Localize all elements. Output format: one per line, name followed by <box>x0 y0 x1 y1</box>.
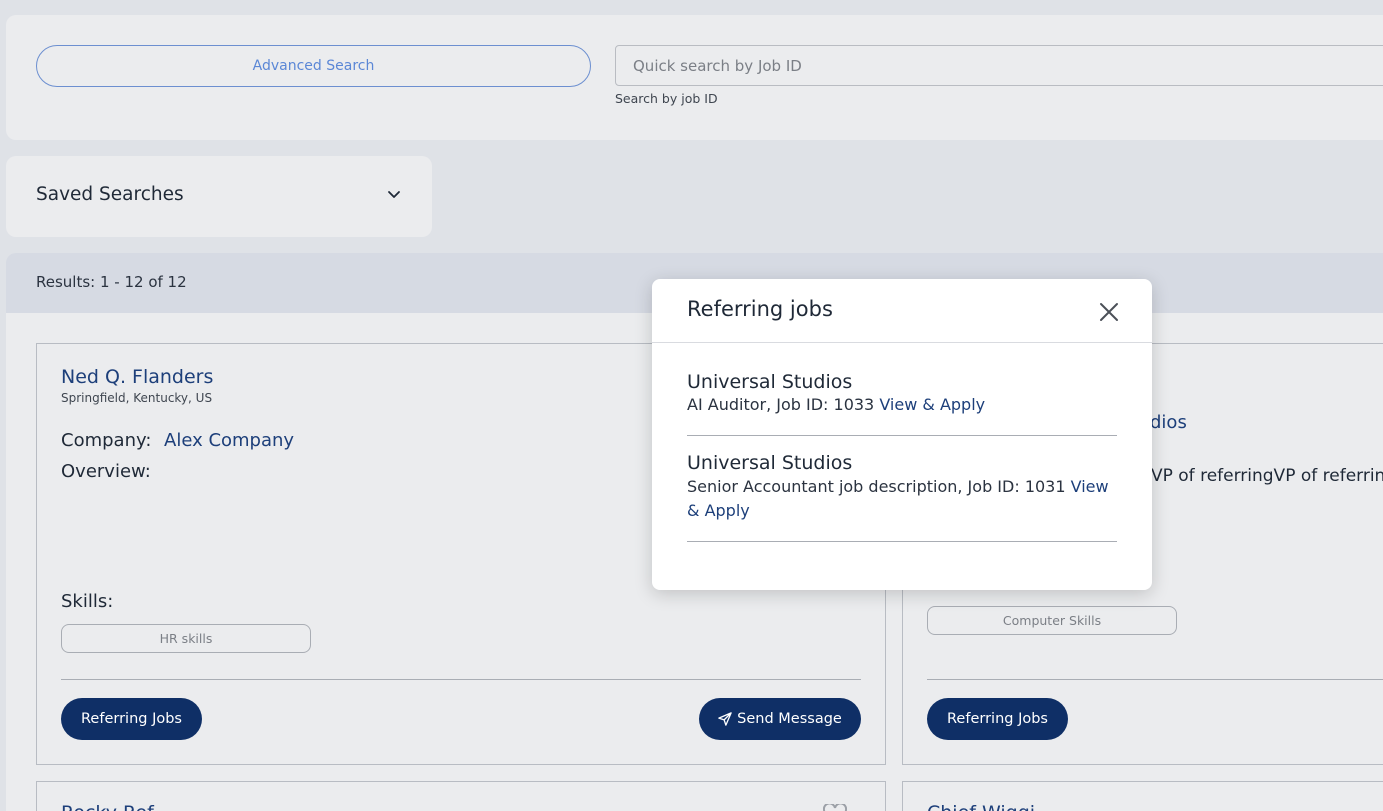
referring-jobs-label: Referring Jobs <box>81 711 182 727</box>
close-icon[interactable] <box>1098 301 1120 323</box>
job-divider <box>687 435 1117 436</box>
modal-title: Referring jobs <box>687 297 833 321</box>
referrer-location: Springfield, Kentucky, US <box>61 391 213 405</box>
chevron-down-icon[interactable] <box>386 186 402 202</box>
search-panel: Advanced Search Search by job ID <box>6 15 1383 140</box>
referring-jobs-label: Referring Jobs <box>947 711 1048 727</box>
skills-label: Skills: <box>61 591 114 612</box>
card-divider <box>61 679 861 680</box>
referrer-name[interactable]: Ned Q. Flanders <box>61 366 213 388</box>
send-message-label: Send Message <box>737 711 842 727</box>
company-link[interactable]: Alex Company <box>164 430 294 451</box>
company-link[interactable]: dios <box>1150 412 1187 433</box>
referring-jobs-button[interactable]: Referring Jobs <box>61 698 202 740</box>
heart-icon[interactable] <box>823 804 847 811</box>
job-item: Senior Accountant job description, Job I… <box>687 475 1117 523</box>
skill-tag: Computer Skills <box>927 606 1177 635</box>
job-divider <box>687 541 1117 542</box>
job-description: Senior Accountant job description, Job I… <box>687 477 1066 496</box>
overview-label: Overview: <box>61 461 151 482</box>
saved-searches-title: Saved Searches <box>36 184 184 205</box>
job-description: AI Auditor, Job ID: 1033 <box>687 395 875 414</box>
quick-search-input[interactable] <box>615 45 1383 86</box>
referrer-name[interactable]: Chief Wiggi <box>927 802 1035 811</box>
referrer-name[interactable]: Rocky Ref <box>61 802 154 811</box>
quick-search-help: Search by job ID <box>615 91 718 106</box>
referring-jobs-modal: Referring jobs Universal Studios AI Audi… <box>652 279 1152 590</box>
overview-text: VP of referringVP of referringV <box>1151 466 1383 486</box>
referrer-card: Rocky Ref <box>36 781 886 811</box>
modal-header-divider <box>652 342 1152 343</box>
view-apply-link[interactable]: View & Apply <box>879 395 985 414</box>
results-count: Results: 1 - 12 of 12 <box>36 273 187 291</box>
advanced-search-button[interactable]: Advanced Search <box>36 45 591 87</box>
saved-searches-panel[interactable]: Saved Searches <box>6 156 432 237</box>
referring-jobs-button[interactable]: Referring Jobs <box>927 698 1068 740</box>
send-icon <box>718 712 732 726</box>
job-company: Universal Studios <box>687 371 853 393</box>
skill-tag: HR skills <box>61 624 311 653</box>
company-label: Company: <box>61 430 152 451</box>
send-message-button[interactable]: Send Message <box>699 698 861 740</box>
job-company: Universal Studios <box>687 452 853 474</box>
job-item: AI Auditor, Job ID: 1033 View & Apply <box>687 393 1117 417</box>
card-divider <box>927 679 1383 680</box>
referrer-card: Chief Wiggi <box>902 781 1383 811</box>
